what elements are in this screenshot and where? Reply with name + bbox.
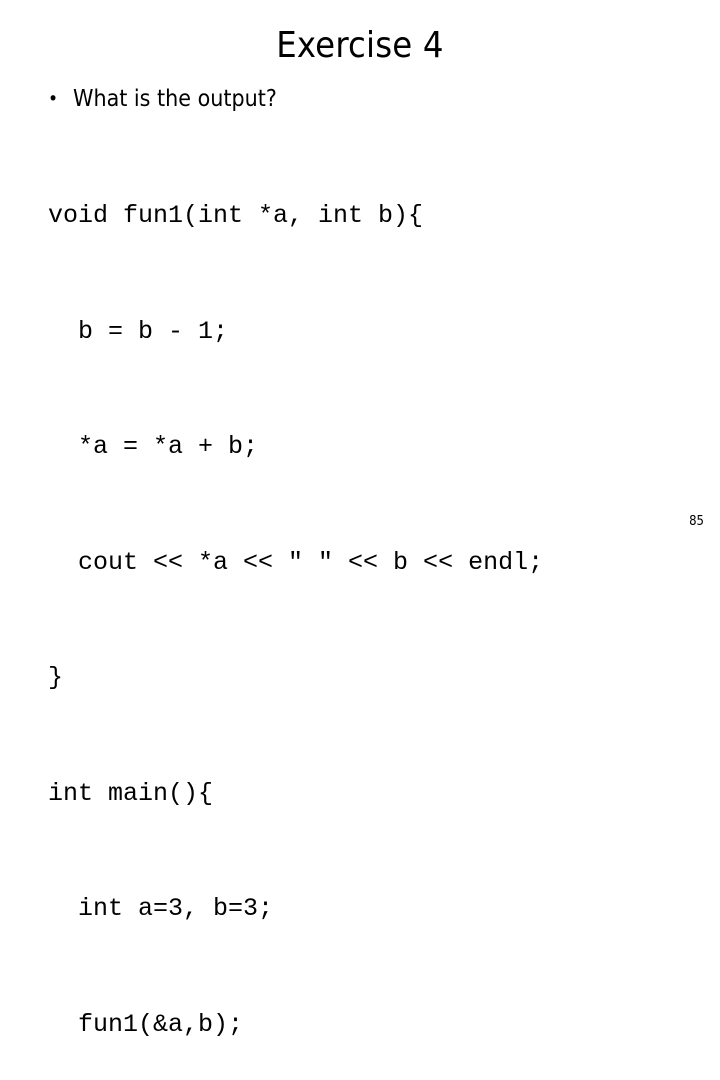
code-line: int a=3, b=3; [48,894,274,923]
page-number: 85 [689,514,704,529]
bullet-item-label: What is the output? [73,86,277,112]
bullet-item: • What is the output? [48,84,708,114]
code-line: fun1(&a,b); [48,1009,244,1039]
code-line: int main(){ [48,778,214,808]
code-line: b = b - 1; [48,316,229,346]
code-block: void fun1(int *a, int b){ b = b - 1; *a … [48,120,708,1080]
code-line: *a = *a + b; [48,432,259,461]
code-line: cout << *a << " " << b << endl; [48,547,544,577]
page-title: Exercise 4 [276,25,444,66]
slide-body: • What is the output? void fun1(int *a, … [48,84,708,1080]
bullet-point-icon: • [48,88,59,110]
slide: Exercise 4 • What is the output? void fu… [0,0,720,1039]
code-line: void fun1(int *a, int b){ [48,201,424,230]
code-line: } [48,663,64,692]
